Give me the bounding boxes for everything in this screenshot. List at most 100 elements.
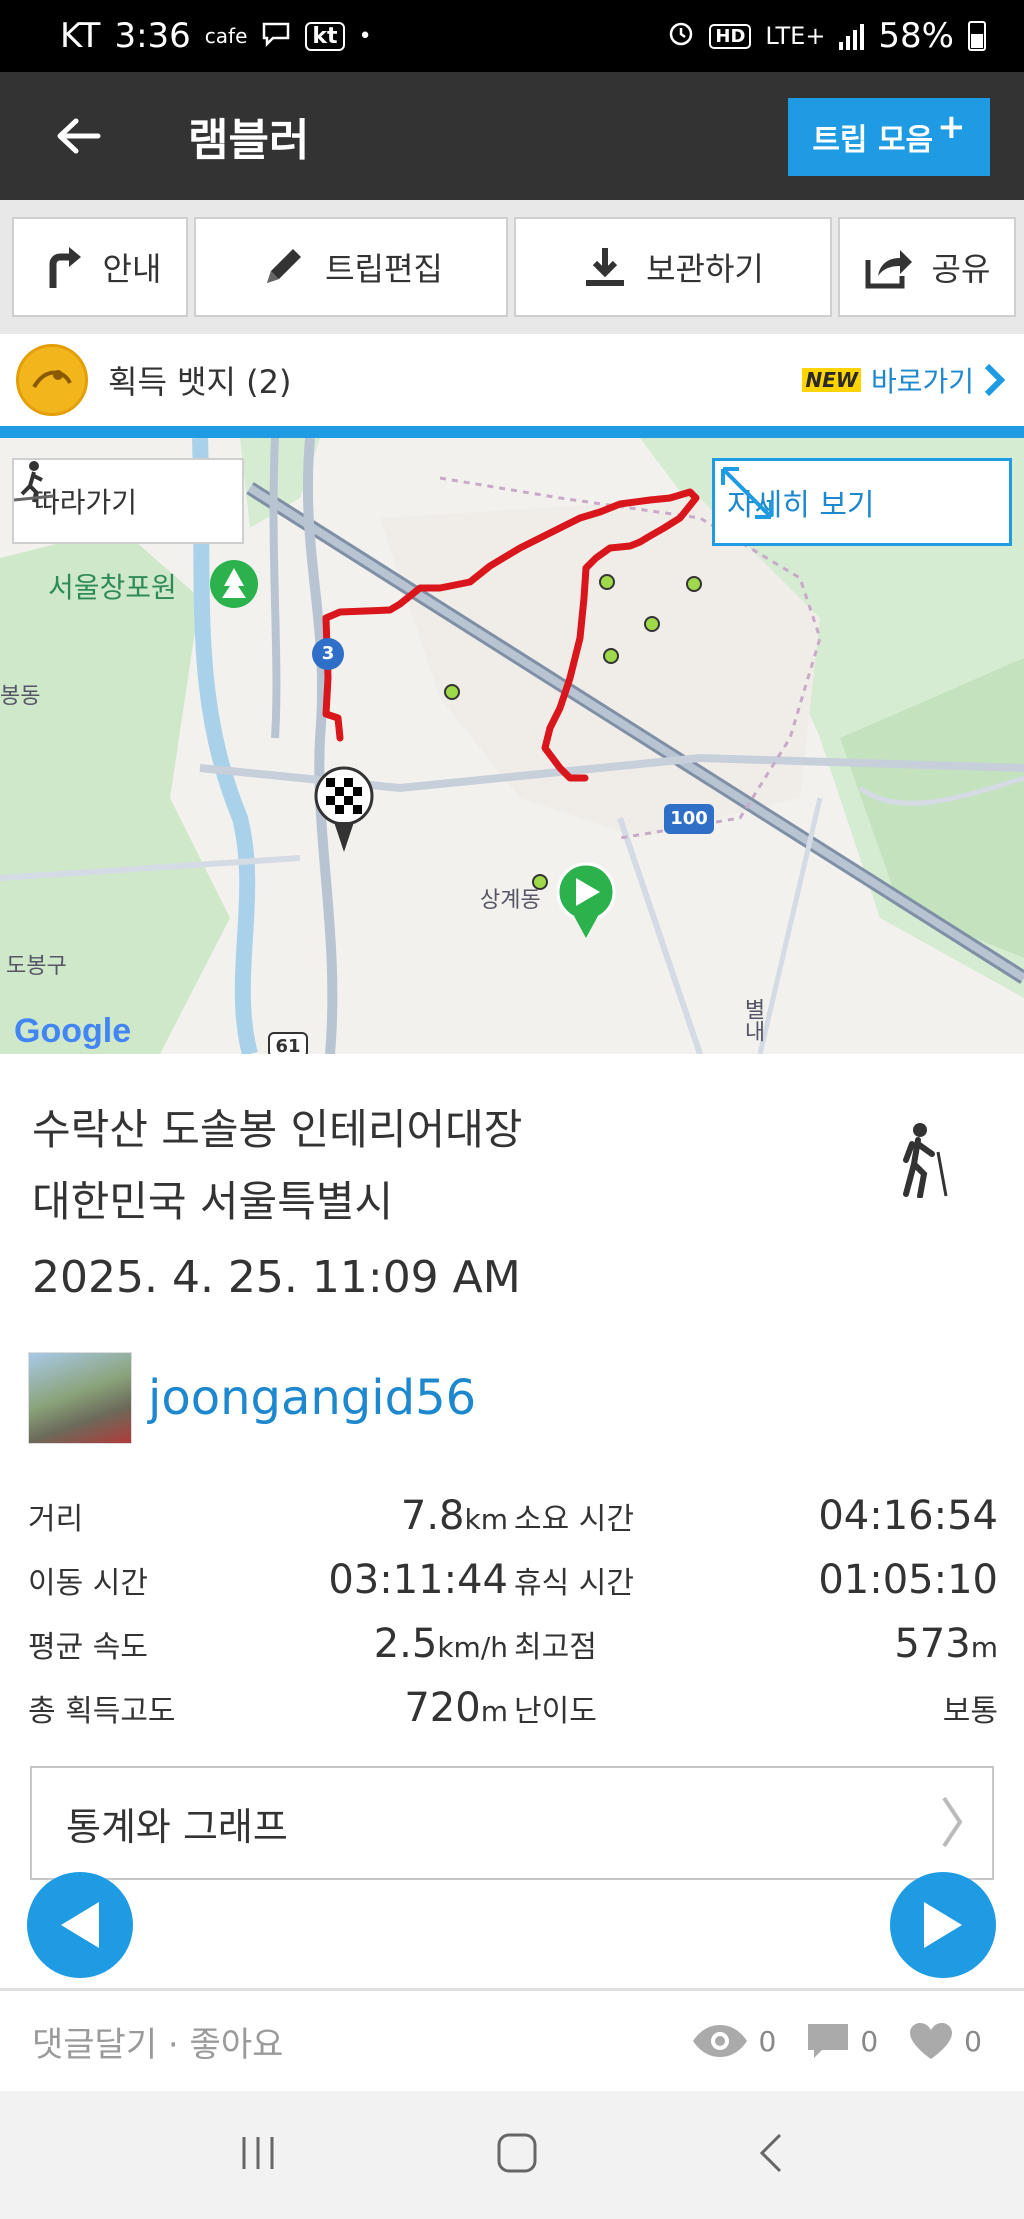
edit-trip-label: 트립편집 (325, 250, 443, 288)
next-trip-button[interactable] (890, 1872, 996, 1978)
share-button[interactable]: 공유 (838, 217, 1016, 317)
avg-speed-value: 2.5km/h (373, 1621, 508, 1667)
edit-trip-button[interactable]: 트립편집 (194, 217, 508, 317)
trip-location: 대한민국 서울특별시 (32, 1177, 394, 1226)
share-icon (865, 250, 912, 289)
stat-row: 이동 시간 03:11:44 휴식 시간 01:05:10 (28, 1548, 998, 1612)
duration-label: 소요 시간 (514, 1502, 634, 1537)
back-button[interactable] (38, 96, 118, 176)
trip-collection-label: 트립 모음 (812, 123, 934, 158)
heart-icon (910, 2023, 953, 2059)
turn-arrow-icon (49, 247, 81, 288)
stats-graph-label: 통계와 그래프 (66, 1804, 288, 1849)
guide-label: 안내 (102, 250, 162, 288)
avg-speed-label: 평균 속도 (28, 1630, 148, 1665)
download-icon (586, 248, 625, 286)
pencil-icon (267, 249, 302, 283)
action-toolbar: 안내 트립편집 보관하기 공유 (0, 200, 1024, 334)
comment-like-link[interactable]: 댓글달기 · 좋아요 (32, 2017, 283, 2066)
follow-button[interactable]: 따라가기 (12, 458, 244, 544)
detail-view-button[interactable]: 자세히 보기 (712, 458, 1012, 546)
shortcut-label: 바로가기 (870, 365, 974, 398)
likes-value: 0 (964, 2024, 982, 2058)
eye-icon (692, 2025, 747, 2057)
highest-point-label: 최고점 (514, 1630, 597, 1665)
route-3-badge: 3 (312, 638, 344, 670)
save-label: 보관하기 (646, 250, 764, 288)
recent-apps-icon (242, 2137, 274, 2169)
lte-icon: LTE+ (765, 22, 826, 50)
previous-trip-button[interactable] (27, 1872, 133, 1978)
google-logo: Google (14, 1012, 132, 1050)
hiking-activity-icon (898, 1122, 954, 1202)
elevation-gain-value: 720m (404, 1685, 508, 1731)
username-link[interactable]: joongangid56 (148, 1370, 476, 1426)
status-left: KT 3:36 cafe kt • (60, 16, 372, 56)
battery-icon (968, 21, 986, 51)
chat-icon (261, 16, 291, 56)
moving-time-label: 이동 시간 (28, 1566, 148, 1601)
moving-time-value: 03:11:44 (328, 1557, 508, 1603)
route-map[interactable]: 따라가기 자세히 보기 서울창포원 상계동 도봉구 봉동 별내 3 100 61… (0, 438, 1024, 1054)
comments-value: 0 (860, 2024, 879, 2058)
map-place-label: 서울창포원 (48, 571, 177, 604)
duration-value: 04:16:54 (818, 1493, 998, 1539)
status-right: HD LTE+ 58% (667, 16, 986, 56)
badge-label: 획득 뱃지 (2) (108, 363, 292, 401)
home-icon (497, 2133, 537, 2173)
route-100-badge: 100 (664, 804, 714, 834)
stat-row: 총 획득고도 720m 난이도 보통 (28, 1676, 998, 1740)
home-button[interactable] (495, 2131, 539, 2179)
trip-datetime: 2025. 4. 25. 11:09 AM (32, 1252, 521, 1303)
share-label: 공유 (931, 250, 991, 288)
chevron-left-icon (759, 2133, 781, 2173)
system-nav-bar (0, 2091, 1024, 2219)
back-arrow-icon (57, 118, 101, 154)
rest-time-label: 휴식 시간 (514, 1566, 634, 1601)
stat-row: 평균 속도 2.5km/h 최고점 573m (28, 1612, 998, 1676)
cafe-notification: cafe (204, 24, 248, 48)
rest-time-value: 01:05:10 (818, 1557, 998, 1603)
chevron-right-icon (942, 1796, 963, 1848)
system-back-button[interactable] (756, 2131, 786, 2179)
clock-text: 3:36 (114, 16, 191, 56)
stats-graph-button[interactable]: 통계와 그래프 (30, 1766, 994, 1880)
expand-icon (721, 467, 773, 519)
separator-line (0, 426, 1024, 438)
notification-dot: • (358, 23, 372, 49)
guide-button[interactable]: 안내 (12, 217, 188, 317)
highest-point-value: 573m (894, 1621, 998, 1667)
app-header: 램블러 트립 모음 + (0, 72, 1024, 200)
hd-icon: HD (709, 23, 752, 49)
badge-coin-icon (16, 344, 88, 416)
trip-stats: 거리 7.8km 소요 시간 04:16:54 이동 시간 03:11:44 휴… (28, 1484, 998, 1740)
difficulty-label: 난이도 (514, 1694, 597, 1729)
map-sanggye-label: 상계동 (480, 888, 541, 913)
trip-collection-button[interactable]: 트립 모음 + (788, 98, 990, 176)
distance-label: 거리 (28, 1502, 84, 1537)
battery-text: 58% (878, 16, 954, 56)
user-row[interactable]: joongangid56 (28, 1352, 476, 1444)
avatar[interactable] (28, 1352, 132, 1444)
elevation-gain-label: 총 획득고도 (28, 1694, 176, 1729)
hiker-follow-icon (14, 461, 54, 503)
map-left-label: 봉동 (0, 684, 41, 709)
distance-value: 7.8km (400, 1493, 508, 1539)
recent-apps-button[interactable] (238, 2133, 278, 2177)
app-title: 램블러 (188, 115, 310, 166)
comments-count: 0 (806, 2022, 878, 2060)
views-value: 0 (758, 2024, 777, 2058)
views-count: 0 (691, 2023, 777, 2059)
chevron-right-icon (984, 363, 1006, 397)
comment-bar: 댓글달기 · 좋아요 0 0 0 (0, 1991, 1024, 2091)
triangle-right-icon (924, 1902, 962, 1948)
alarm-icon (667, 16, 695, 56)
stat-row: 거리 7.8km 소요 시간 04:16:54 (28, 1484, 998, 1548)
save-button[interactable]: 보관하기 (514, 217, 832, 317)
map-right-label: 별내 (740, 998, 765, 1042)
park-pin-icon (210, 560, 258, 608)
badge-shortcut-link[interactable]: NEW 바로가기 (802, 360, 1006, 400)
map-dobong-label: 도봉구 (6, 954, 67, 979)
badge-bar[interactable]: 획득 뱃지 (2) NEW 바로가기 (0, 334, 1024, 426)
engagement-counts: 0 0 0 (675, 2021, 982, 2061)
